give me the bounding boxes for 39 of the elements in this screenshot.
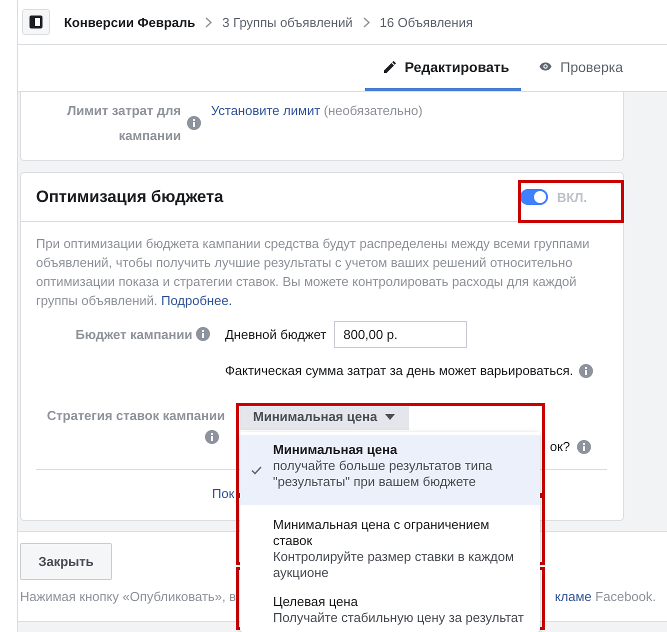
check-icon bbox=[251, 466, 262, 475]
budget-note: Фактическая сумма затрат за день может варьироваться. bbox=[225, 362, 574, 380]
section-title: Оптимизация бюджета bbox=[36, 188, 224, 206]
toggle-label: ВКЛ. bbox=[556, 190, 587, 204]
eye-icon bbox=[539, 62, 552, 71]
close-button[interactable]: Закрыть bbox=[20, 543, 112, 580]
tab[interactable]: Проверка bbox=[521, 45, 637, 91]
panel-toggle-button[interactable] bbox=[22, 9, 50, 35]
terms-link[interactable]: кламе bbox=[554, 589, 592, 604]
menu-option[interactable]: Минимальная цена получайте больше результатов типа "результаты" при вашем бюджете bbox=[240, 435, 540, 505]
pencil-icon bbox=[382, 60, 397, 74]
breadcrumb-link[interactable]: Конверсии Февраль bbox=[64, 14, 196, 30]
field-label: Бюджет кампании bbox=[75, 327, 192, 342]
description-text: При оптимизации бюджета кампании средства будут распределены между всеми группами объявлений, чтобы получить лучшие результаты с учетом ваших решений относительно оптимизации показа и стратегии ставок. Вы можете контролировать расходы для каждой группы объявлений. Подробнее. bbox=[36, 235, 591, 310]
field-label: Стратегия ставок кампании bbox=[46, 408, 225, 423]
optional-note: (необязательно) bbox=[324, 103, 423, 118]
caret-icon bbox=[385, 414, 396, 420]
info-icon bbox=[579, 364, 594, 378]
chevron-icon bbox=[205, 16, 212, 28]
budget-input[interactable]: 800,00 р. bbox=[334, 321, 468, 348]
budget-type-label: Дневной бюджет bbox=[225, 327, 326, 342]
link[interactable]: Пок bbox=[212, 485, 234, 503]
terms-text: кламе Facebook. bbox=[554, 589, 656, 604]
terms-text: Нажимая кнопку «Опубликовать», в bbox=[20, 589, 236, 604]
breadcrumb-link[interactable]: 16 Объявления bbox=[380, 14, 473, 30]
sidebar-icon bbox=[29, 15, 43, 29]
toggle-switch[interactable] bbox=[520, 189, 548, 205]
set-limit-link[interactable]: Установите лимит bbox=[211, 103, 320, 118]
field-label: Лимит затрат для кампании bbox=[66, 102, 181, 145]
question-text: ок? bbox=[550, 438, 570, 456]
menu-option[interactable]: Целевая цена Получайте стабильную цену за результат bbox=[240, 587, 540, 632]
info-icon bbox=[205, 430, 219, 444]
info-icon bbox=[577, 440, 591, 454]
info-icon bbox=[187, 116, 201, 130]
learn-more-link[interactable]: Подробнее. bbox=[161, 293, 232, 308]
menu-option[interactable]: Минимальная цена с ограничением ставок Контролируйте размер ставки в каждом аукционе bbox=[240, 511, 540, 587]
chevron-icon bbox=[362, 16, 370, 28]
breadcrumb-link[interactable]: 3 Группы объявлений bbox=[222, 14, 353, 30]
info-icon bbox=[196, 327, 210, 341]
